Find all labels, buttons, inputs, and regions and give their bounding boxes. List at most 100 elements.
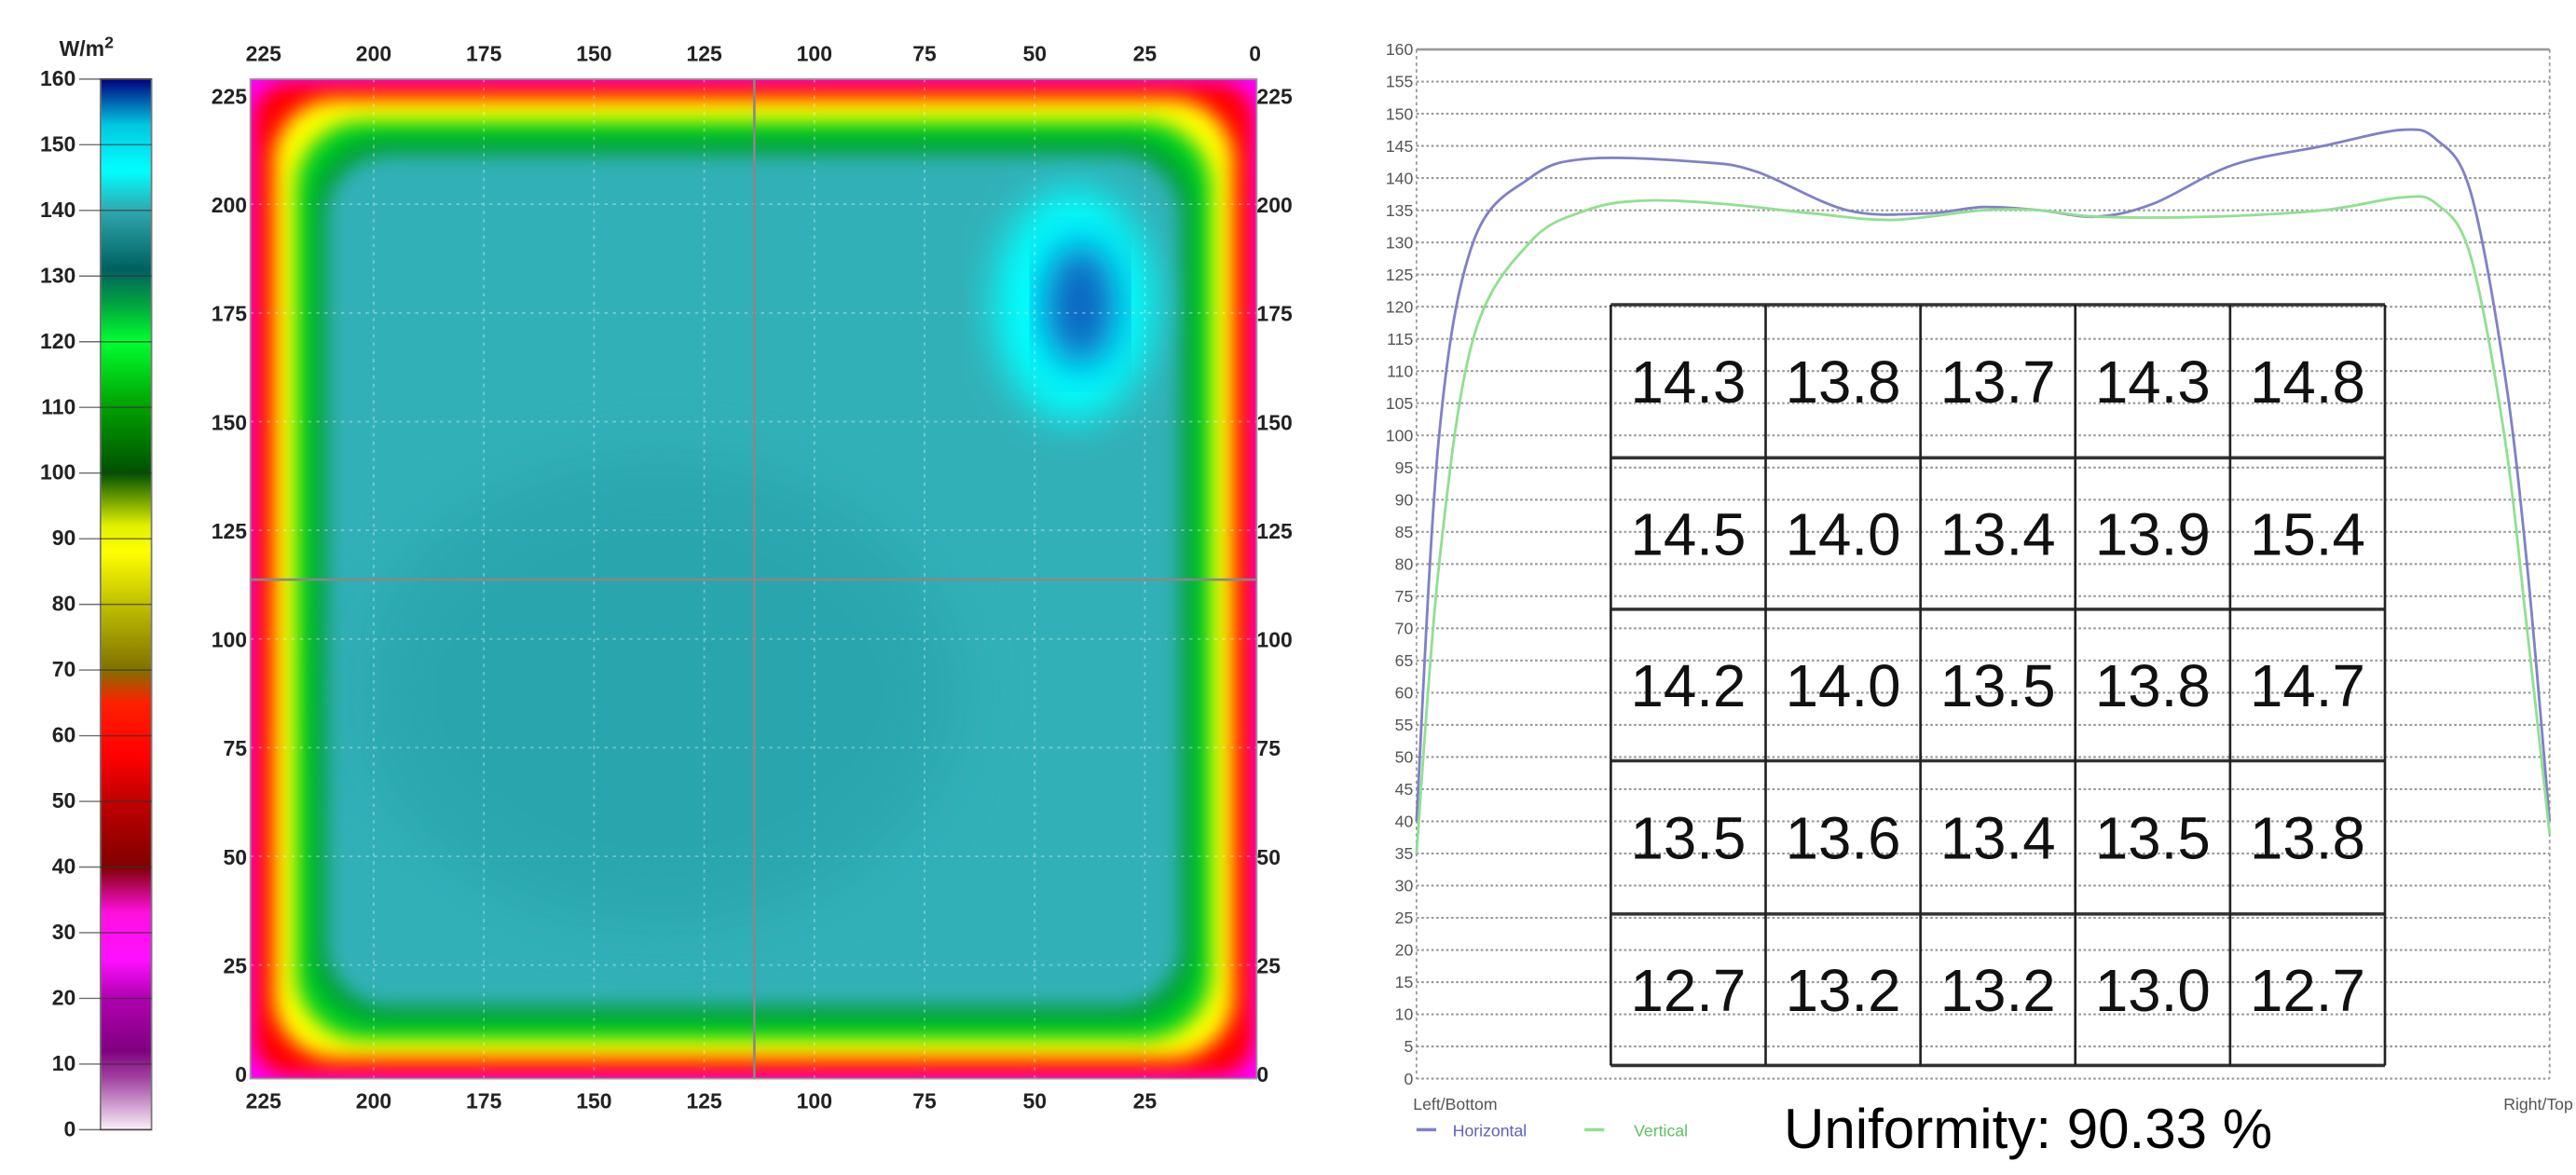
y-tick-label: 150 (1386, 104, 1414, 123)
colorbar-tick-label: 110 (41, 394, 75, 418)
colorbar-tick-label: 80 (52, 592, 76, 616)
table-cell: 13.5 (1940, 653, 2056, 719)
colorbar: W/m2 0 10 20 30 40 50 60 70 80 90 100 110 120 130 140 1… (40, 33, 153, 1141)
y-tick-left: 25 (224, 953, 248, 977)
table-cell: 13.8 (1786, 349, 1901, 416)
y-tick-label: 115 (1387, 330, 1413, 348)
profile-chart: 0 5 10 15 20 25 30 35 40 45 50 55 60 65 70 75 80 85 90 95 10… (1386, 40, 2573, 1160)
y-tick-left: 50 (224, 845, 248, 869)
table-cell: 14.0 (1786, 502, 1901, 568)
y-tick-right: 225 (1256, 84, 1293, 108)
colorbar-tick-label: 90 (52, 526, 76, 550)
colorbar-unit-superscript: 2 (104, 33, 114, 51)
uniformity-grid-table: 14.3 13.8 13.7 14.3 14.8 14.5 14.0 13.4 13.9 15.4… (1610, 303, 2387, 1068)
colorbar-tick-label: 100 (40, 460, 75, 485)
colorbar-tick-label: 160 (40, 66, 75, 90)
y-tick-label: 25 (1395, 909, 1414, 927)
colorbar-tick-label: 150 (40, 131, 75, 156)
table-cell: 13.2 (1940, 958, 2056, 1024)
y-tick-left: 0 (235, 1062, 247, 1086)
table-cell: 13.2 (1786, 958, 1901, 1024)
y-tick-label: 110 (1387, 362, 1413, 380)
y-tick-right: 175 (1256, 302, 1293, 326)
x-tick-bottom: 175 (466, 1088, 502, 1113)
profile-y-ticks: 0 5 10 15 20 25 30 35 40 45 50 55 60 65 70 75 80 85 90 95 10… (1386, 40, 1414, 1088)
xlabel-right: Right/Top (2503, 1095, 2573, 1114)
y-tick-right: 150 (1256, 410, 1292, 434)
table-cell: 13.5 (2095, 806, 2211, 872)
table-cell: 13.4 (1940, 502, 2056, 568)
y-tick-label: 20 (1395, 941, 1414, 960)
y-tick-left: 175 (212, 302, 248, 326)
table-cell: 12.7 (2250, 958, 2365, 1024)
colorbar-tick-label: 60 (52, 723, 76, 747)
table-cell: 14.3 (1631, 349, 1747, 416)
colorbar-tick-label: 130 (40, 263, 75, 287)
table-cell: 13.5 (1631, 806, 1747, 872)
y-tick-right: 50 (1256, 845, 1281, 869)
profile-grid (1416, 80, 2550, 1080)
colorbar-tick-label: 30 (52, 920, 76, 944)
heatmap: 225 200 175 150 125 100 75 50 25 0225 200 175 150 125… (212, 41, 1293, 1113)
y-tick-left: 200 (212, 193, 247, 217)
y-tick-right: 0 (1256, 1062, 1268, 1086)
x-tick-top: 125 (686, 41, 722, 65)
y-tick-left: 125 (212, 519, 248, 543)
x-tick-bottom: 100 (797, 1088, 832, 1113)
y-tick-label: 15 (1395, 973, 1414, 991)
table-cell: 14.0 (1786, 653, 1901, 719)
table-cell: 13.0 (2095, 958, 2211, 1024)
legend-vertical-label: Vertical (1634, 1121, 1688, 1140)
y-tick-right: 25 (1256, 953, 1281, 977)
legend: Horizontal Vertical (1416, 1121, 1688, 1140)
colorbar-unit: W/m2 (60, 33, 114, 61)
x-tick-bottom: 200 (356, 1088, 391, 1113)
x-tick-top: 75 (912, 41, 937, 65)
legend-horizontal-label: Horizontal (1453, 1121, 1528, 1140)
x-tick-top: 150 (576, 41, 611, 65)
table-cell: 14.2 (1631, 653, 1747, 719)
y-tick-left: 100 (212, 628, 247, 652)
uniformity-label: Uniformity: 90.33 % (1784, 1098, 2272, 1160)
colorbar-tick-label: 140 (40, 198, 75, 222)
y-tick-label: 10 (1395, 1005, 1414, 1024)
table-cell: 14.3 (2095, 349, 2211, 416)
x-tick-top: 100 (797, 41, 832, 65)
profile-series (1415, 128, 2552, 854)
x-tick-top: 0 (1249, 41, 1261, 65)
table-cell: 13.6 (1786, 806, 1901, 872)
y-tick-left: 225 (212, 84, 248, 108)
y-tick-label: 95 (1395, 458, 1414, 477)
colorbar-tick-label: 20 (52, 986, 76, 1010)
y-tick-label: 45 (1395, 780, 1414, 799)
x-tick-bottom: 25 (1133, 1088, 1158, 1113)
x-tick-top: 175 (466, 41, 502, 65)
table-cell: 13.8 (2250, 806, 2365, 872)
colorbar-tick-label: 120 (40, 329, 75, 353)
x-tick-bottom: 50 (1022, 1088, 1047, 1113)
x-tick-top: 200 (356, 41, 391, 65)
colorbar-unit-base: W/m (60, 36, 104, 61)
table-cell: 13.8 (2095, 653, 2211, 719)
x-tick-bottom: 150 (576, 1088, 611, 1113)
y-tick-label: 85 (1395, 523, 1414, 541)
colorbar-tick-label: 70 (52, 657, 76, 681)
x-tick-bottom: 75 (912, 1088, 937, 1113)
y-tick-label: 125 (1386, 266, 1414, 284)
colorbar-tick-label: 50 (52, 788, 76, 813)
xlabel-left: Left/Bottom (1413, 1095, 1497, 1114)
y-tick-right: 75 (1256, 736, 1281, 760)
y-tick-label: 160 (1386, 40, 1414, 59)
y-tick-label: 55 (1395, 716, 1414, 734)
y-tick-label: 0 (1404, 1070, 1413, 1088)
table-cell: 13.4 (1940, 806, 2056, 872)
x-tick-top: 225 (246, 41, 282, 65)
table-cell: 14.5 (1631, 502, 1747, 568)
x-tick-top: 50 (1022, 41, 1047, 65)
y-tick-label: 140 (1386, 169, 1414, 187)
y-tick-label: 145 (1386, 137, 1414, 156)
y-tick-label: 70 (1395, 620, 1414, 638)
table-cell: 15.4 (2250, 502, 2365, 568)
table-cell: 14.7 (2250, 653, 2365, 719)
table-cell: 13.9 (2095, 502, 2211, 568)
